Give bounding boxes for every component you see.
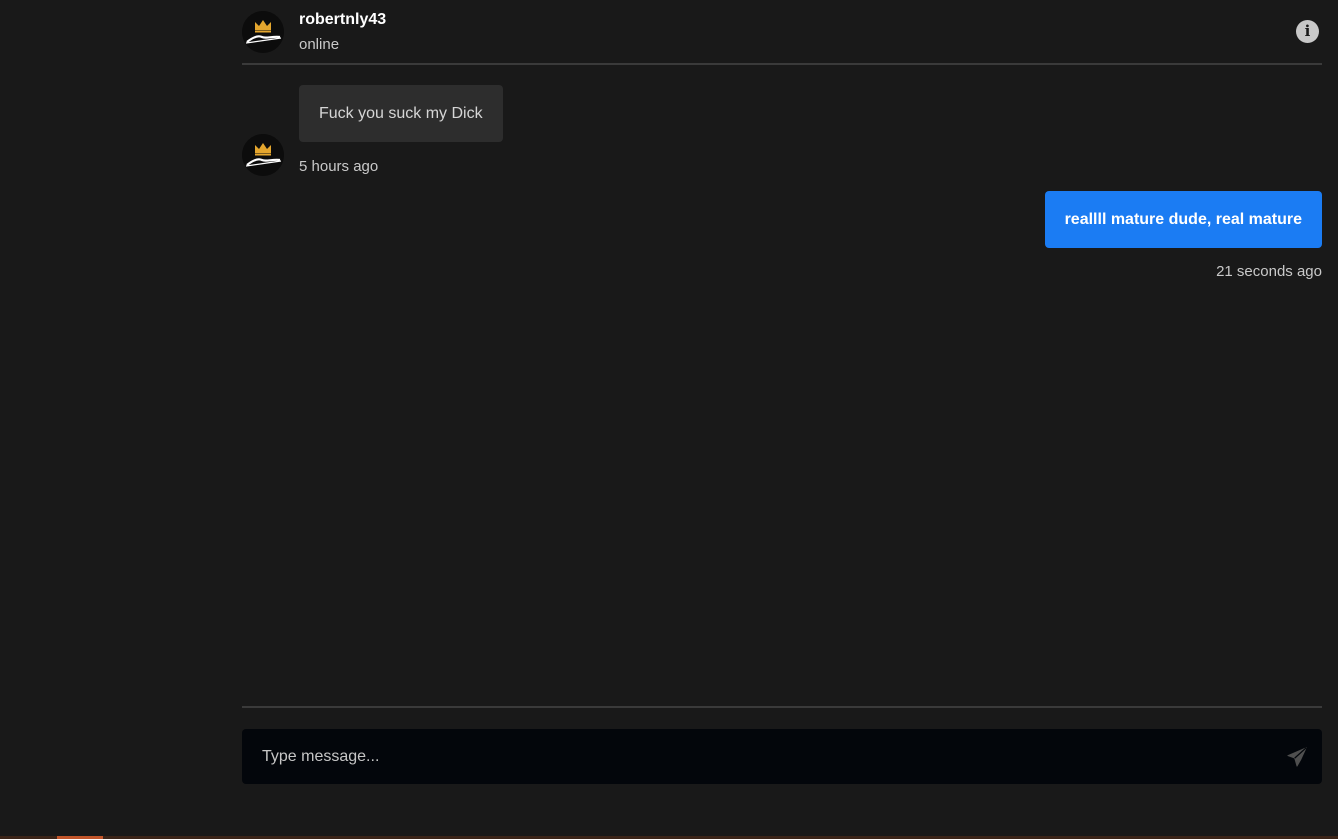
outgoing-message-time: 21 seconds ago xyxy=(1216,263,1322,280)
send-icon[interactable] xyxy=(1286,746,1308,768)
incoming-message-bubble: Fuck you suck my Dick xyxy=(299,85,503,142)
info-icon[interactable]: i xyxy=(1296,20,1319,43)
contact-avatar[interactable] xyxy=(242,11,284,53)
sender-avatar[interactable] xyxy=(242,134,284,176)
chat-app: robertnly43 online i Fuck you suck my Di… xyxy=(0,0,1338,839)
modvibe-logo-icon xyxy=(242,134,284,176)
chat-panel: robertnly43 online i Fuck you suck my Di… xyxy=(242,0,1322,839)
chat-header: robertnly43 online i xyxy=(242,0,1322,65)
message-input[interactable] xyxy=(242,729,1262,784)
outgoing-message-bubble: reallll mature dude, real mature xyxy=(1044,191,1322,248)
modvibe-logo-icon xyxy=(242,11,284,53)
message-list: Fuck you suck my Dick 5 hours ago realll… xyxy=(242,65,1322,706)
contact-status: online xyxy=(299,36,340,53)
incoming-message-time: 5 hours ago xyxy=(299,158,379,175)
composer-divider xyxy=(242,706,1322,708)
contact-name: robertnly43 xyxy=(299,11,387,28)
message-composer xyxy=(242,729,1322,784)
